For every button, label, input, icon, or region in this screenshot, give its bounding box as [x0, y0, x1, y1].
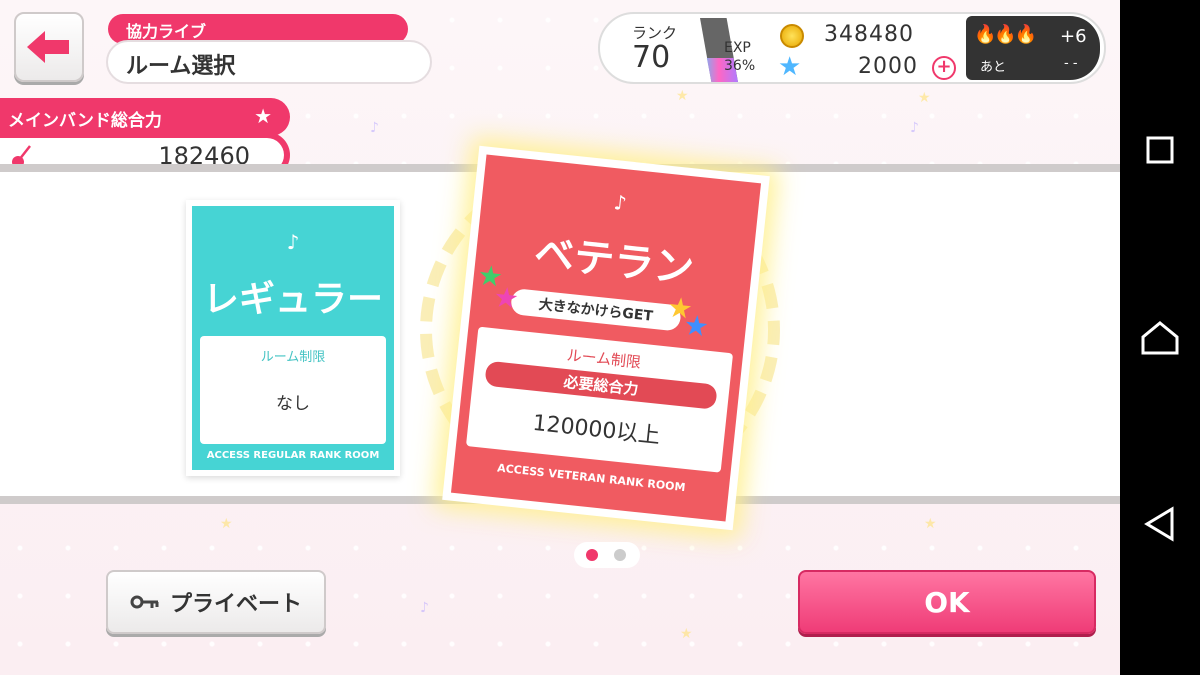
- boost-recovery-label: あと: [980, 60, 1007, 75]
- confetti-note-icon: ♪: [370, 120, 379, 136]
- regular-access-text: ACCESS REGULAR RANK ROOM: [206, 450, 380, 461]
- coin-count: 348480: [824, 22, 914, 47]
- confetti-star-icon: ★: [924, 516, 937, 532]
- home-button[interactable]: [1120, 308, 1200, 368]
- game-screen: ★ ♪ ★ ★ ♪ ★ ♪ ★ 協力ライブ ルーム選択 182460 メインバン…: [0, 0, 1120, 675]
- live-boost-panel[interactable]: 🔥🔥🔥 +6 あと - -: [966, 16, 1100, 80]
- regular-restriction-value: なし: [276, 394, 310, 414]
- back-button[interactable]: [14, 12, 84, 82]
- page-dot[interactable]: [614, 549, 626, 561]
- square-icon: [1146, 136, 1174, 164]
- confetti-star-icon: ★: [918, 90, 931, 106]
- ok-button[interactable]: OK: [798, 570, 1096, 634]
- rank-value: 70: [632, 40, 671, 75]
- coin-icon: [780, 24, 804, 48]
- regular-card-face: ♪ レギュラー ルーム制限 なし ACCESS REGULAR RANK ROO…: [192, 206, 394, 470]
- back-triangle-icon: [1144, 506, 1174, 542]
- private-room-label: プライベート: [169, 592, 302, 617]
- home-icon: [1141, 321, 1179, 355]
- veteran-restriction-box: ルーム制限 必要総合力 120000以上: [465, 326, 734, 473]
- regular-card-title: レギュラー: [202, 279, 383, 320]
- star-count: 2000: [858, 54, 918, 79]
- flame-icon: 🔥🔥🔥: [974, 24, 1037, 45]
- confetti-star-icon: ★: [220, 516, 233, 532]
- band-power-label: メインバンド総合力 ★: [0, 98, 290, 136]
- confetti-note-icon: ♪: [420, 600, 429, 616]
- veteran-requirement-value: 120000以上: [531, 410, 662, 450]
- bonus-badge: 大きなかけらGET: [510, 287, 682, 332]
- confetti-star-icon: ★: [680, 626, 693, 642]
- confetti-note-icon: ♪: [910, 120, 919, 136]
- add-stars-button[interactable]: +: [932, 56, 956, 80]
- player-status-panel: ランク 70 EXP 36% 348480 ★ 2000 + 🔥🔥🔥 +6 あと…: [598, 12, 1106, 84]
- recents-button[interactable]: [1120, 120, 1200, 180]
- page-dot-active[interactable]: [586, 549, 598, 561]
- boost-recovery-time: - -: [1064, 56, 1078, 71]
- exp-percent: 36%: [724, 58, 756, 74]
- band-power-label-text: メインバンド総合力: [8, 111, 162, 131]
- regular-restriction-box: ルーム制限 なし: [200, 336, 386, 444]
- live-boost-extra: +6: [1060, 26, 1087, 47]
- favorite-star-icon: ★: [254, 104, 272, 128]
- ok-label: OK: [924, 585, 970, 619]
- blue-star-icon: ★: [682, 308, 711, 344]
- veteran-card-face: ♪ ベテラン 大きなかけらGET ★ ★ ★ ★ ルーム制限 必要総合力 120…: [450, 154, 762, 522]
- key-icon: [130, 595, 159, 609]
- back-arrow-icon: [27, 31, 69, 63]
- page-indicator: [574, 542, 640, 568]
- android-back-button[interactable]: [1120, 494, 1200, 554]
- exp-label: EXP: [724, 40, 751, 56]
- pink-star-icon: ★: [491, 280, 521, 316]
- star-gem-icon: ★: [778, 52, 802, 82]
- page-title: ルーム選択: [106, 40, 432, 84]
- android-navigation-bar: [1120, 0, 1200, 675]
- music-note-icon: ♪: [286, 230, 300, 254]
- regular-restriction-label: ルーム制限: [260, 350, 326, 365]
- private-room-button[interactable]: プライベート: [106, 570, 326, 634]
- regular-room-card[interactable]: ♪ レギュラー ルーム制限 なし ACCESS REGULAR RANK ROO…: [186, 200, 400, 476]
- veteran-room-card[interactable]: ♪ ベテラン 大きなかけらGET ★ ★ ★ ★ ルーム制限 必要総合力 120…: [442, 145, 770, 531]
- confetti-star-icon: ★: [676, 88, 689, 104]
